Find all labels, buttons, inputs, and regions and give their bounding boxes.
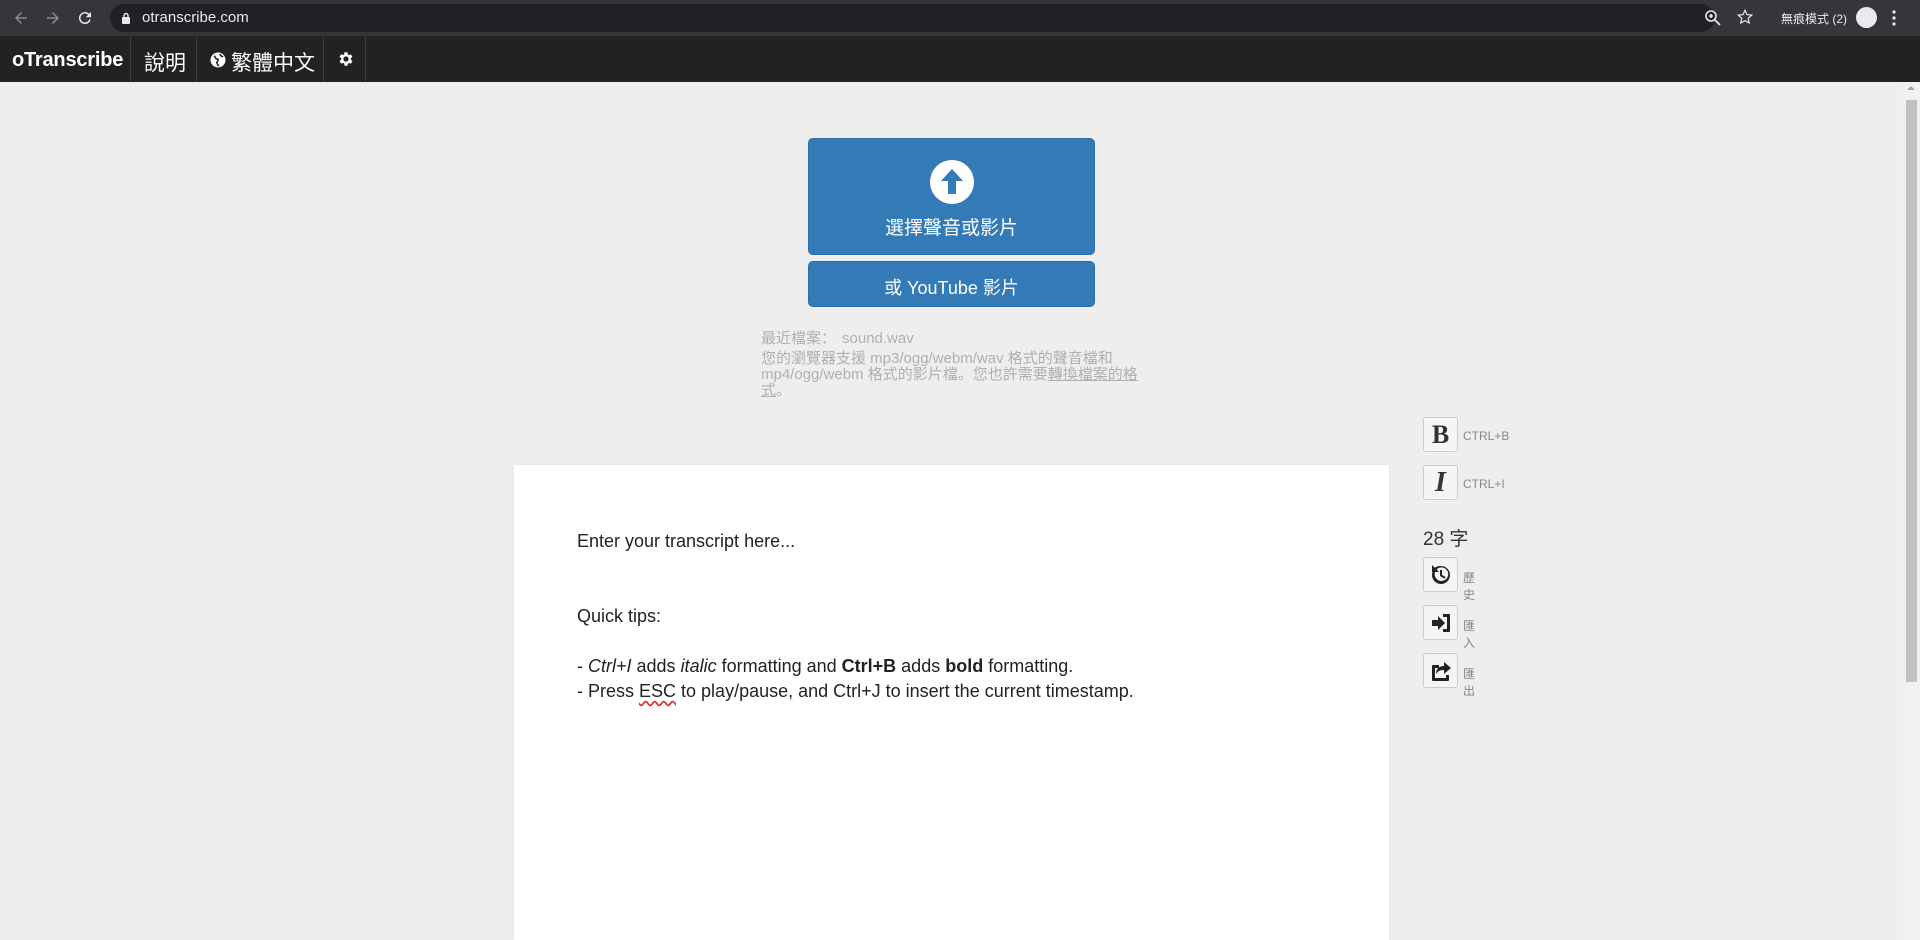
zoom-icon[interactable] bbox=[1704, 9, 1722, 27]
recent-file-name[interactable]: sound.wav bbox=[842, 330, 914, 347]
tip-text: - Press bbox=[577, 681, 640, 701]
scroll-up-arrow[interactable] bbox=[1907, 86, 1915, 90]
import-label: 匯入 bbox=[1463, 619, 1476, 650]
transcript-line: Enter your transcript here... bbox=[577, 531, 796, 551]
incognito-icon[interactable] bbox=[1856, 7, 1877, 28]
tip-text: adds bbox=[896, 656, 946, 676]
tip-text: formatting. bbox=[983, 656, 1074, 676]
tip-text: adds bbox=[631, 656, 681, 676]
tip-ctrl-b: Ctrl+B bbox=[841, 656, 897, 676]
transcript-editor[interactable]: Enter your transcript here... Quick tips… bbox=[514, 465, 1389, 940]
help-link[interactable]: 說明 bbox=[144, 47, 186, 77]
tip-ctrl-i: Ctrl+I bbox=[588, 656, 632, 676]
bold-icon: B bbox=[1431, 419, 1450, 449]
export-button[interactable] bbox=[1423, 653, 1458, 688]
support-text-end: 。 bbox=[776, 382, 792, 399]
tip-esc: ESC bbox=[639, 681, 677, 701]
tip-text: - bbox=[577, 656, 588, 676]
scrollbar-thumb[interactable] bbox=[1906, 100, 1917, 682]
app-navbar: oTranscribe 說明 繁體中文 bbox=[0, 36, 1920, 82]
navbar-divider bbox=[130, 36, 131, 82]
navbar-divider bbox=[365, 36, 366, 82]
word-count: 28 字 bbox=[1423, 529, 1469, 550]
address-bar[interactable] bbox=[110, 4, 1715, 32]
tip-line: - Ctrl+I adds italic formatting and Ctrl… bbox=[577, 654, 1134, 679]
reload-icon[interactable] bbox=[73, 6, 97, 30]
youtube-button[interactable]: 或 YouTube 影片 bbox=[808, 261, 1095, 307]
italic-button[interactable]: I bbox=[1423, 465, 1458, 500]
tip-line: - Press ESC to play/pause, and Ctrl+J to… bbox=[577, 679, 1134, 704]
transcript-content[interactable]: Enter your transcript here... Quick tips… bbox=[577, 529, 1134, 704]
file-info: 最近檔案： sound.wav 您的瀏覽器支援 mp3/ogg/webm/wav … bbox=[761, 331, 1151, 399]
choose-media-label: 選擇聲音或影片 bbox=[884, 218, 1018, 239]
navbar-divider bbox=[196, 36, 197, 82]
bold-shortcut: CTRL+B bbox=[1463, 429, 1510, 443]
export-label: 匯出 bbox=[1463, 667, 1476, 698]
import-icon bbox=[1431, 613, 1450, 632]
history-icon bbox=[1431, 564, 1450, 584]
tip-text: to play/pause, and Ctrl+J to insert the … bbox=[676, 681, 1134, 701]
incognito-label[interactable]: 無痕模式 (2) bbox=[1781, 10, 1847, 27]
tip-italic: italic bbox=[680, 656, 717, 676]
history-label: 歷史 bbox=[1463, 571, 1476, 602]
browser-menu-icon[interactable] bbox=[1892, 9, 1896, 27]
forward-icon[interactable] bbox=[41, 6, 65, 30]
upload-arrow-icon bbox=[930, 160, 974, 204]
bookmark-star-icon[interactable] bbox=[1736, 8, 1754, 26]
history-button[interactable] bbox=[1423, 557, 1458, 592]
italic-shortcut: CTRL+I bbox=[1463, 477, 1505, 491]
navbar-divider bbox=[323, 36, 324, 82]
back-icon[interactable] bbox=[9, 6, 33, 30]
tip-text: formatting and bbox=[716, 656, 842, 676]
recent-file-row: 最近檔案： sound.wav bbox=[761, 331, 1151, 347]
settings-gear-icon[interactable] bbox=[337, 50, 355, 68]
bold-button[interactable]: B bbox=[1423, 417, 1458, 452]
youtube-label: 或 YouTube 影片 bbox=[884, 278, 1019, 298]
brand-logo[interactable]: oTranscribe bbox=[12, 49, 123, 72]
globe-icon bbox=[210, 52, 226, 68]
tip-bold: bold bbox=[945, 656, 984, 676]
url-text: otranscribe.com bbox=[142, 9, 249, 26]
lock-icon bbox=[122, 12, 130, 24]
export-icon bbox=[1431, 661, 1451, 681]
recent-file-label: 最近檔案： bbox=[761, 330, 837, 347]
choose-media-button[interactable]: 選擇聲音或影片 bbox=[808, 138, 1095, 255]
browser-toolbar: otranscribe.com 無痕模式 (2) bbox=[0, 0, 1920, 36]
language-selector[interactable]: 繁體中文 bbox=[231, 47, 315, 77]
import-button[interactable] bbox=[1423, 605, 1458, 640]
italic-icon: I bbox=[1435, 466, 1446, 498]
format-support-text: 您的瀏覽器支援 mp3/ogg/webm/wav 格式的聲音檔和 mp4/ogg… bbox=[761, 351, 1151, 399]
tips-title: Quick tips: bbox=[577, 606, 662, 626]
